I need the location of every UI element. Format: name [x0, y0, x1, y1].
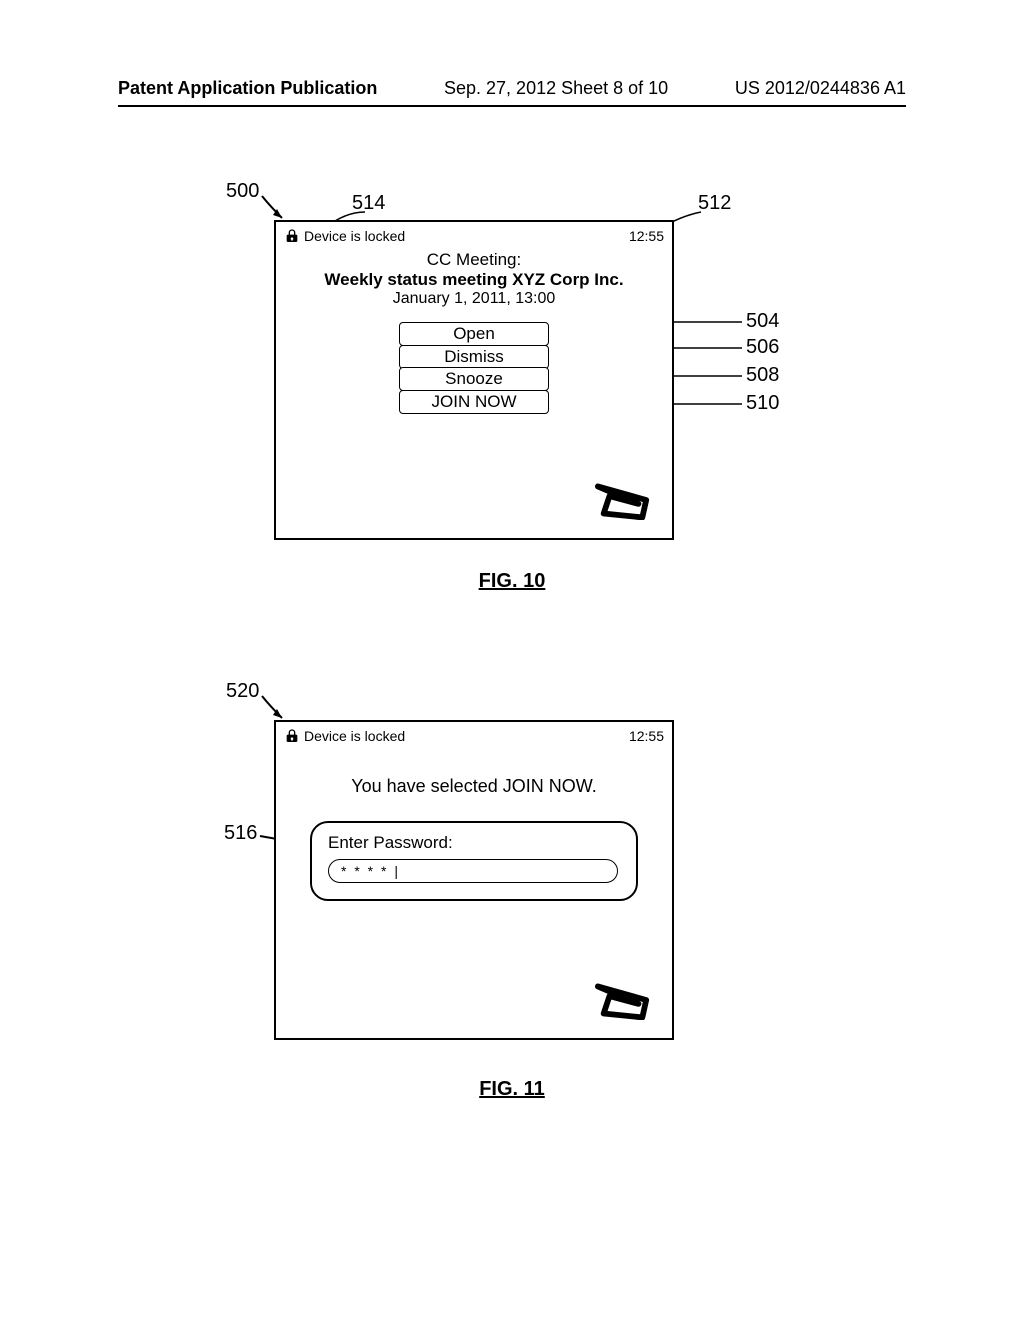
brand-logo-icon	[594, 980, 652, 1020]
device-screen-fig10: Device is locked 12:55 CC Meeting: Weekl…	[274, 220, 674, 540]
ref-514: 514	[352, 192, 385, 215]
page-header: Patent Application Publication Sep. 27, …	[118, 78, 906, 107]
lock-status-text: Device is locked	[304, 728, 405, 744]
password-input[interactable]: * * * * |	[328, 859, 618, 883]
header-left: Patent Application Publication	[118, 78, 377, 99]
header-right: US 2012/0244836 A1	[735, 78, 906, 99]
ref-500: 500	[226, 180, 259, 203]
snooze-button[interactable]: Snooze	[399, 367, 549, 391]
leader-520	[260, 694, 290, 722]
notification-datetime: January 1, 2011, 13:00	[276, 290, 672, 308]
ref-516: 516	[224, 822, 257, 845]
status-left: Device is locked	[284, 228, 405, 244]
join-now-button[interactable]: JOIN NOW	[399, 390, 549, 414]
ref-520: 520	[226, 680, 259, 703]
figure-11-caption: FIG. 11	[0, 1078, 1024, 1101]
leader-500	[260, 194, 290, 222]
password-entry-block: Enter Password: * * * * |	[310, 821, 638, 901]
status-bar: Device is locked 12:55	[276, 722, 672, 746]
selection-prompt: You have selected JOIN NOW.	[276, 776, 672, 797]
status-bar: Device is locked 12:55	[276, 222, 672, 246]
action-button-group: Open Dismiss Snooze JOIN NOW	[399, 322, 549, 414]
device-screen-fig11: Device is locked 12:55 You have selected…	[274, 720, 674, 1040]
ref-512: 512	[698, 192, 731, 215]
notification-title: Weekly status meeting XYZ Corp Inc.	[276, 270, 672, 290]
ref-504: 504	[746, 310, 779, 333]
status-left: Device is locked	[284, 728, 405, 744]
ref-508: 508	[746, 364, 779, 387]
meeting-notification: CC Meeting: Weekly status meeting XYZ Co…	[276, 250, 672, 308]
notification-header: CC Meeting:	[276, 250, 672, 270]
status-clock: 12:55	[629, 228, 664, 244]
brand-logo-icon	[594, 480, 652, 520]
lock-icon	[284, 228, 300, 244]
dismiss-button[interactable]: Dismiss	[399, 345, 549, 369]
lock-icon	[284, 728, 300, 744]
password-label: Enter Password:	[328, 833, 620, 853]
ref-506: 506	[746, 336, 779, 359]
header-center: Sep. 27, 2012 Sheet 8 of 10	[444, 78, 668, 99]
ref-510: 510	[746, 392, 779, 415]
lock-status-text: Device is locked	[304, 228, 405, 244]
figure-10-caption: FIG. 10	[0, 570, 1024, 593]
open-button[interactable]: Open	[399, 322, 549, 346]
status-clock: 12:55	[629, 728, 664, 744]
